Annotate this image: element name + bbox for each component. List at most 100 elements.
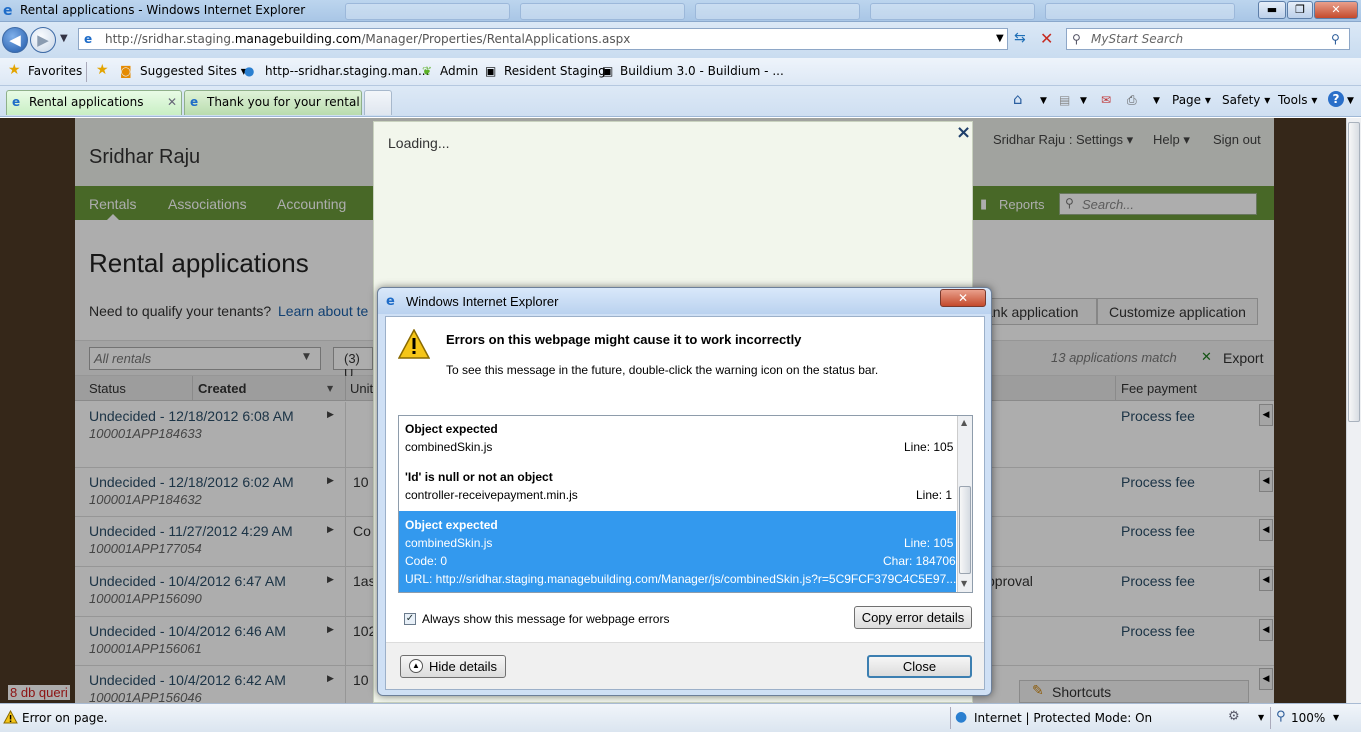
search-input[interactable]: ⚲ MyStart Search ⚲: [1066, 28, 1350, 50]
close-button[interactable]: Close: [867, 655, 972, 678]
copy-error-details-button[interactable]: Copy error details: [854, 606, 972, 629]
status-bar: Error on page. ● Internet | Protected Mo…: [0, 703, 1361, 732]
search-provider-icon: ⚲: [1072, 32, 1081, 46]
home-dropdown-icon[interactable]: ▼: [1040, 96, 1047, 106]
close-icon[interactable]: ×: [956, 122, 971, 143]
chevron-down-icon[interactable]: ▼: [1258, 713, 1264, 722]
dialog-heading: Errors on this webpage might cause it to…: [446, 332, 802, 347]
error-title: 'Id' is null or not an object: [405, 470, 553, 484]
favorites-bar: ★ Favorites ★ ◙ Suggested Sites ▾ ● http…: [0, 58, 1361, 86]
chevron-down-icon[interactable]: ▼: [1333, 713, 1339, 722]
scroll-up-icon[interactable]: ▲: [961, 418, 967, 427]
tools-menu[interactable]: Tools ▾: [1278, 93, 1317, 107]
taskbar-ghost-tab: [520, 3, 685, 20]
dialog-close-button[interactable]: ✕: [940, 289, 986, 307]
taskbar-ghost-tab: [345, 3, 510, 20]
search-icon[interactable]: ⚲: [1331, 29, 1340, 49]
list-scrollbar[interactable]: ▲ ▼: [957, 416, 972, 592]
stop-icon[interactable]: ✕: [1040, 29, 1053, 48]
favorites-button[interactable]: Favorites: [28, 64, 82, 78]
new-tab-button[interactable]: [364, 90, 392, 115]
url-dropdown-icon[interactable]: ▼: [996, 33, 1004, 44]
fav-suggested-sites[interactable]: Suggested Sites ▾: [140, 64, 247, 78]
warning-icon[interactable]: [3, 710, 18, 724]
leaf-icon: ❦: [422, 64, 433, 78]
help-dropdown-icon[interactable]: ▼: [1347, 96, 1354, 106]
zoom-level[interactable]: 100%: [1291, 711, 1325, 725]
window-close-button[interactable]: ✕: [1314, 1, 1358, 19]
scroll-down-icon[interactable]: ▼: [961, 579, 967, 588]
dialog-subtext: To see this message in the future, doubl…: [446, 363, 879, 377]
fav-sridhar-staging[interactable]: http--sridhar.staging.man...: [265, 64, 429, 78]
error-dialog: e Windows Internet Explorer ✕ Errors on …: [377, 287, 992, 696]
scrollbar-thumb[interactable]: [959, 486, 971, 574]
print-icon[interactable]: ⎙: [1127, 93, 1137, 108]
ie-page-icon: e: [12, 95, 21, 109]
maximize-button[interactable]: ❐: [1287, 1, 1313, 19]
divider: [1270, 707, 1271, 729]
always-show-checkbox[interactable]: ✓: [404, 613, 416, 625]
zoom-icon[interactable]: ⚲: [1276, 709, 1286, 724]
scrollbar-thumb[interactable]: [1348, 122, 1360, 422]
button-label: Hide details: [429, 659, 497, 674]
dialog-title: Windows Internet Explorer: [406, 294, 559, 309]
error-title: Object expected: [405, 422, 498, 436]
history-dropdown-icon[interactable]: ▼: [60, 33, 68, 44]
page-icon: e: [84, 32, 93, 46]
status-error-text[interactable]: Error on page.: [22, 711, 108, 725]
error-line: Line: 1: [916, 488, 953, 502]
compatibility-icon[interactable]: ⇆: [1014, 30, 1026, 46]
error-file: controller-receivepayment.min.js: [405, 488, 578, 502]
home-icon[interactable]: ⌂: [1013, 90, 1023, 108]
tab-thank-you[interactable]: e Thank you for your rental ...: [184, 90, 362, 115]
ie-page-icon: e: [190, 95, 199, 109]
tab-label: Rental applications: [29, 95, 144, 109]
forward-arrow-icon[interactable]: ▶: [30, 27, 56, 53]
tab-close-icon[interactable]: ✕: [167, 91, 177, 113]
feeds-dropdown-icon[interactable]: ▼: [1080, 96, 1087, 106]
security-zone[interactable]: Internet | Protected Mode: On: [974, 711, 1152, 725]
globe-icon: ●: [244, 64, 255, 78]
mail-icon[interactable]: ✉: [1101, 93, 1111, 107]
protected-mode-icon[interactable]: ⚙: [1228, 709, 1240, 724]
back-arrow-icon[interactable]: ◀: [2, 27, 28, 53]
window-title: Rental applications - Windows Internet E…: [20, 3, 306, 17]
page-scrollbar[interactable]: [1346, 118, 1361, 703]
print-dropdown-icon[interactable]: ▼: [1153, 96, 1160, 106]
dialog-body: Errors on this webpage might cause it to…: [385, 316, 985, 690]
divider: [86, 62, 87, 82]
tab-label: Thank you for your rental ...: [207, 95, 362, 109]
taskbar-ghost-tab: [1045, 3, 1235, 20]
feeds-icon[interactable]: ▤: [1059, 93, 1070, 107]
error-file: combinedSkin.js: [405, 536, 493, 550]
list-item[interactable]: 'Id' is null or not an object controller…: [399, 464, 956, 511]
error-code: Code: 0: [405, 554, 448, 568]
taskbar-ghost-tab: [695, 3, 860, 20]
add-favorite-icon[interactable]: ★: [96, 62, 109, 78]
error-list[interactable]: Object expected combinedSkin.js Line: 10…: [398, 415, 973, 593]
hide-details-button[interactable]: ▲ Hide details: [400, 655, 506, 678]
divider: [950, 707, 951, 729]
error-line: Line: 105: [904, 536, 954, 550]
fav-admin[interactable]: Admin: [440, 64, 478, 78]
globe-icon: ●: [955, 709, 968, 725]
page-icon: ▣: [602, 64, 614, 78]
tab-rental-applications[interactable]: e Rental applications ✕: [6, 90, 182, 115]
tab-row: e Rental applications ✕ e Thank you for …: [0, 86, 1361, 117]
address-input[interactable]: e http://sridhar.staging.managebuilding.…: [78, 28, 1008, 50]
page-menu[interactable]: Page ▾: [1172, 93, 1211, 107]
list-item[interactable]: Object expected combinedSkin.js Line: 10…: [399, 416, 956, 463]
url-domain: managebuilding.com: [234, 32, 362, 46]
loading-text: Loading...: [388, 135, 450, 151]
favorites-star-icon[interactable]: ★: [8, 62, 21, 78]
minimize-button[interactable]: ▬: [1258, 1, 1286, 19]
help-icon[interactable]: ?: [1328, 91, 1344, 107]
always-show-label: Always show this message for webpage err…: [422, 612, 670, 626]
safety-menu[interactable]: Safety ▾: [1222, 93, 1270, 107]
error-url: URL: http://sridhar.staging.managebuildi…: [405, 572, 957, 586]
fav-buildium[interactable]: Buildium 3.0 - Buildium - ...: [620, 64, 784, 78]
fav-resident-staging[interactable]: Resident Staging: [504, 64, 606, 78]
search-placeholder: MyStart Search: [1091, 32, 1184, 46]
list-item-selected[interactable]: Object expected combinedSkin.js Line: 10…: [399, 511, 957, 592]
error-file: combinedSkin.js: [405, 440, 493, 454]
